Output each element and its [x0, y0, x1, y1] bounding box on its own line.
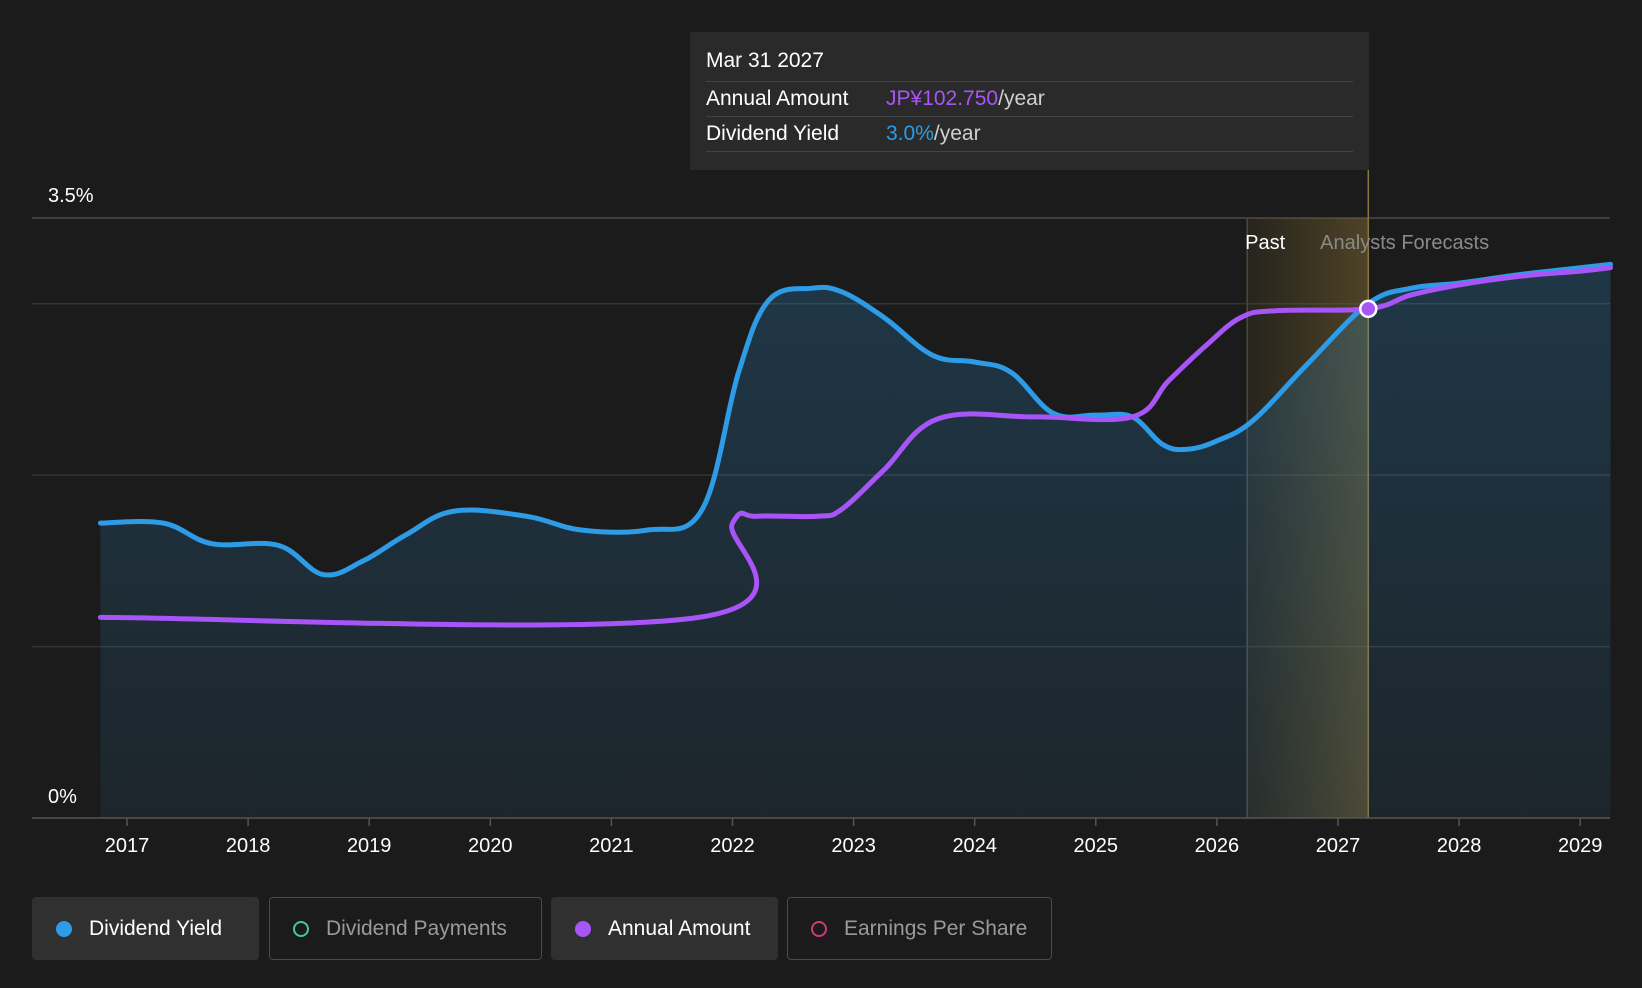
y-tick-label: 0%: [48, 786, 77, 808]
x-tick-label: 2027: [1316, 835, 1361, 857]
legend-item-dividend-yield[interactable]: Dividend Yield: [32, 897, 259, 960]
x-tick-label: 2025: [1074, 835, 1119, 857]
legend-dot-icon: [575, 921, 591, 937]
tooltip-dividend-yield-label: Dividend Yield: [706, 122, 840, 145]
tooltip-annual-amount-unit: /year: [998, 87, 1045, 110]
legend-label: Annual Amount: [608, 917, 751, 940]
x-tick-label: 2020: [468, 835, 513, 857]
legend-label: Dividend Payments: [326, 917, 507, 940]
tooltip-annual-amount-label: Annual Amount: [706, 87, 849, 110]
tooltip-dividend-yield-row: Dividend Yield 3.0%/year: [706, 117, 1353, 152]
highlight-point-marker: [1359, 299, 1378, 319]
tooltip-dividend-yield-unit: /year: [933, 122, 981, 145]
legend-label: Earnings Per Share: [844, 917, 1028, 940]
legend-dot-icon: [293, 921, 309, 937]
tooltip-annual-amount-value: JP¥102.750: [886, 87, 999, 110]
legend-label: Dividend Yield: [89, 917, 223, 940]
dividend-yield-area: [100, 264, 1611, 818]
x-tick-label: 2019: [347, 835, 392, 857]
tooltip-date: Mar 31 2027: [706, 46, 1353, 82]
chart-tooltip: Mar 31 2027 Annual Amount JP¥102.750/year…: [690, 32, 1369, 170]
legend-dot-icon: [811, 921, 827, 937]
x-tick-label: 2017: [105, 835, 150, 857]
tooltip-annual-amount-row: Annual Amount JP¥102.750/year: [706, 82, 1353, 117]
x-tick-label: 2026: [1195, 835, 1240, 857]
past-label: Past: [1245, 232, 1285, 254]
x-tick-label: 2018: [226, 835, 271, 857]
y-tick-label: 3.5%: [48, 185, 94, 207]
x-tick-label: 2021: [589, 835, 634, 857]
legend-dot-icon: [56, 921, 72, 937]
series-layer: [97, 261, 1613, 818]
x-tick-label: 2024: [952, 835, 997, 857]
x-tick-label: 2029: [1558, 835, 1603, 857]
analysts-forecasts-label: Analysts Forecasts: [1320, 232, 1489, 254]
legend-item-annual-amount[interactable]: Annual Amount: [551, 897, 778, 960]
x-tick-label: 2022: [710, 835, 755, 857]
axes: [32, 817, 1610, 826]
legend-item-earnings-per-share[interactable]: Earnings Per Share: [787, 897, 1052, 960]
x-tick-label: 2028: [1437, 835, 1482, 857]
tooltip-dividend-yield-value: 3.0%: [886, 122, 934, 145]
legend-item-dividend-payments[interactable]: Dividend Payments: [269, 897, 542, 960]
x-tick-label: 2023: [831, 835, 876, 857]
